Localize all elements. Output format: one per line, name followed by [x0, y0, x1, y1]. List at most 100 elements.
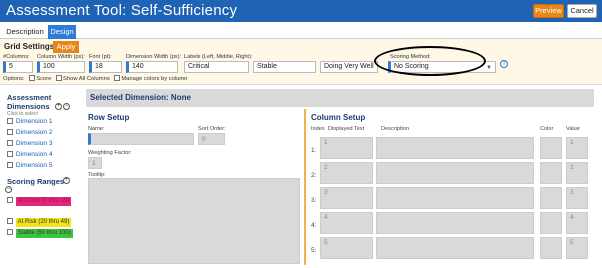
manage-colors-checkbox[interactable]	[114, 75, 121, 81]
dimension-checkbox[interactable]	[7, 129, 13, 135]
sort-order-label: Sort Order:	[198, 126, 226, 132]
color-picker[interactable]	[540, 237, 562, 259]
row-setup-panel: Row Setup Name: Sort Order: 0 Weighting …	[86, 110, 302, 264]
grid-settings-title: Grid Settings	[4, 42, 55, 51]
label-left-input[interactable]: Critical	[184, 61, 249, 73]
description-header: Description	[381, 126, 409, 132]
selected-dimension-bar: Selected Dimension: None	[86, 89, 594, 107]
dimension-label: Dimension 2	[15, 129, 53, 136]
dimension-width-input[interactable]: 140	[126, 61, 178, 73]
font-size-input[interactable]: 18	[89, 61, 122, 73]
weighting-factor-label: Weighting Factor:	[88, 150, 132, 156]
color-picker[interactable]	[540, 162, 562, 184]
dimension-checkbox[interactable]	[7, 140, 13, 146]
annotation-ellipse	[374, 46, 486, 76]
color-header: Color	[540, 126, 554, 132]
panel-divider	[304, 109, 306, 265]
row-setup-title: Row Setup	[88, 113, 130, 122]
color-picker[interactable]	[540, 187, 562, 209]
range-checkbox[interactable]	[7, 229, 13, 235]
font-label: Font (pt):	[89, 54, 112, 60]
dimension-label: Dimension 1	[15, 118, 53, 125]
remove-dimension-button[interactable]: −	[63, 103, 70, 110]
row-index: 3:	[311, 197, 317, 204]
displayed-text-input[interactable]: 2	[320, 162, 373, 184]
dimension-item[interactable]: Dimension 4	[7, 151, 53, 158]
columns-label: #Columns:	[3, 54, 30, 60]
column-width-label: Column Width (px):	[37, 54, 85, 60]
dimension-item[interactable]: Dimension 2	[7, 129, 53, 136]
show-all-columns-label: Show All Columns	[63, 76, 110, 82]
dimension-label: Dimension 3	[15, 140, 53, 147]
name-label: Name:	[88, 126, 105, 132]
weighting-factor-input[interactable]: 1	[88, 157, 102, 169]
chevron-down-icon: ▼	[486, 65, 492, 71]
range-label: At Risk (20 thru 49)	[15, 218, 72, 227]
title-bar: Assessment Tool: Self-Sufficiency Previe…	[0, 0, 602, 22]
tooltip-textarea[interactable]	[88, 178, 300, 264]
sort-order-input[interactable]: 0	[198, 133, 225, 145]
row-index: 5:	[311, 247, 317, 254]
dimension-checkbox[interactable]	[7, 118, 13, 124]
range-item[interactable]: Stable (50 thru 100)	[7, 229, 73, 238]
range-checkbox[interactable]	[7, 218, 13, 224]
description-input[interactable]	[376, 187, 534, 209]
label-middle-input[interactable]: Stable	[253, 61, 316, 73]
show-all-columns-checkbox[interactable]	[56, 75, 62, 81]
displayed-text-header: Displayed Text	[328, 126, 365, 132]
description-input[interactable]	[376, 212, 534, 234]
displayed-text-input[interactable]: 1	[320, 137, 373, 159]
dimensions-title: Assessment Dimensions	[7, 93, 52, 111]
value-input[interactable]: 1	[566, 137, 588, 159]
range-item[interactable]: At Risk (20 thru 49)	[7, 218, 72, 227]
column-setup-panel: Column Setup Index Displayed Text Descri…	[308, 110, 598, 264]
apply-button[interactable]: Apply	[53, 41, 79, 53]
value-input[interactable]: 2	[566, 162, 588, 184]
displayed-text-input[interactable]: 4	[320, 212, 373, 234]
columns-input[interactable]: 5	[3, 61, 33, 73]
dimension-item[interactable]: Dimension 3	[7, 140, 53, 147]
preview-button[interactable]: Preview	[533, 4, 564, 18]
selected-dimension-text: Selected Dimension: None	[90, 93, 191, 102]
left-panel: Assessment Dimensions + − Click to selec…	[3, 89, 80, 264]
name-input[interactable]	[88, 133, 194, 145]
dimension-label: Dimension 4	[15, 151, 53, 158]
range-checkbox[interactable]	[7, 197, 13, 203]
help-icon[interactable]: ?	[500, 60, 508, 68]
dimension-item[interactable]: Dimension 1	[7, 118, 53, 125]
value-header: Value	[566, 126, 580, 132]
dimension-item[interactable]: Dimension 5	[7, 162, 53, 169]
tab-design[interactable]: Design	[48, 25, 76, 39]
dimension-label: Dimension 5	[15, 162, 53, 169]
window-title: Assessment Tool: Self-Sufficiency	[6, 2, 238, 19]
range-label: Stable (50 thru 100)	[15, 229, 73, 238]
displayed-text-input[interactable]: 5	[320, 237, 373, 259]
cancel-button[interactable]: Cancel	[567, 4, 597, 18]
color-picker[interactable]	[540, 137, 562, 159]
tab-bar: Description Design	[0, 22, 602, 39]
tab-description[interactable]: Description	[3, 25, 47, 39]
index-header: Index	[311, 126, 325, 132]
score-checkbox[interactable]	[29, 75, 36, 81]
value-input[interactable]: 3	[566, 187, 588, 209]
dimensions-hint: Click to select	[7, 111, 38, 117]
remove-range-button[interactable]: −	[5, 186, 12, 193]
range-label: At Crisis (0 thru 19)	[15, 197, 72, 206]
column-width-input[interactable]: 100	[37, 61, 85, 73]
dimension-checkbox[interactable]	[7, 151, 13, 157]
value-input[interactable]: 4	[566, 212, 588, 234]
color-picker[interactable]	[540, 212, 562, 234]
description-input[interactable]	[376, 162, 534, 184]
add-range-button[interactable]: +	[63, 177, 70, 184]
description-input[interactable]	[376, 137, 534, 159]
displayed-text-input[interactable]: 3	[320, 187, 373, 209]
label-right-input[interactable]: Doing Very Well	[320, 61, 378, 73]
value-input[interactable]: 5	[566, 237, 588, 259]
range-item[interactable]: At Crisis (0 thru 19)	[7, 197, 72, 206]
options-label: Options:	[3, 76, 25, 82]
row-index: 1:	[311, 147, 317, 154]
dimension-checkbox[interactable]	[7, 162, 13, 168]
description-input[interactable]	[376, 237, 534, 259]
add-dimension-button[interactable]: +	[55, 103, 62, 110]
labels-label: Labels (Left, Middle, Right):	[184, 54, 253, 60]
